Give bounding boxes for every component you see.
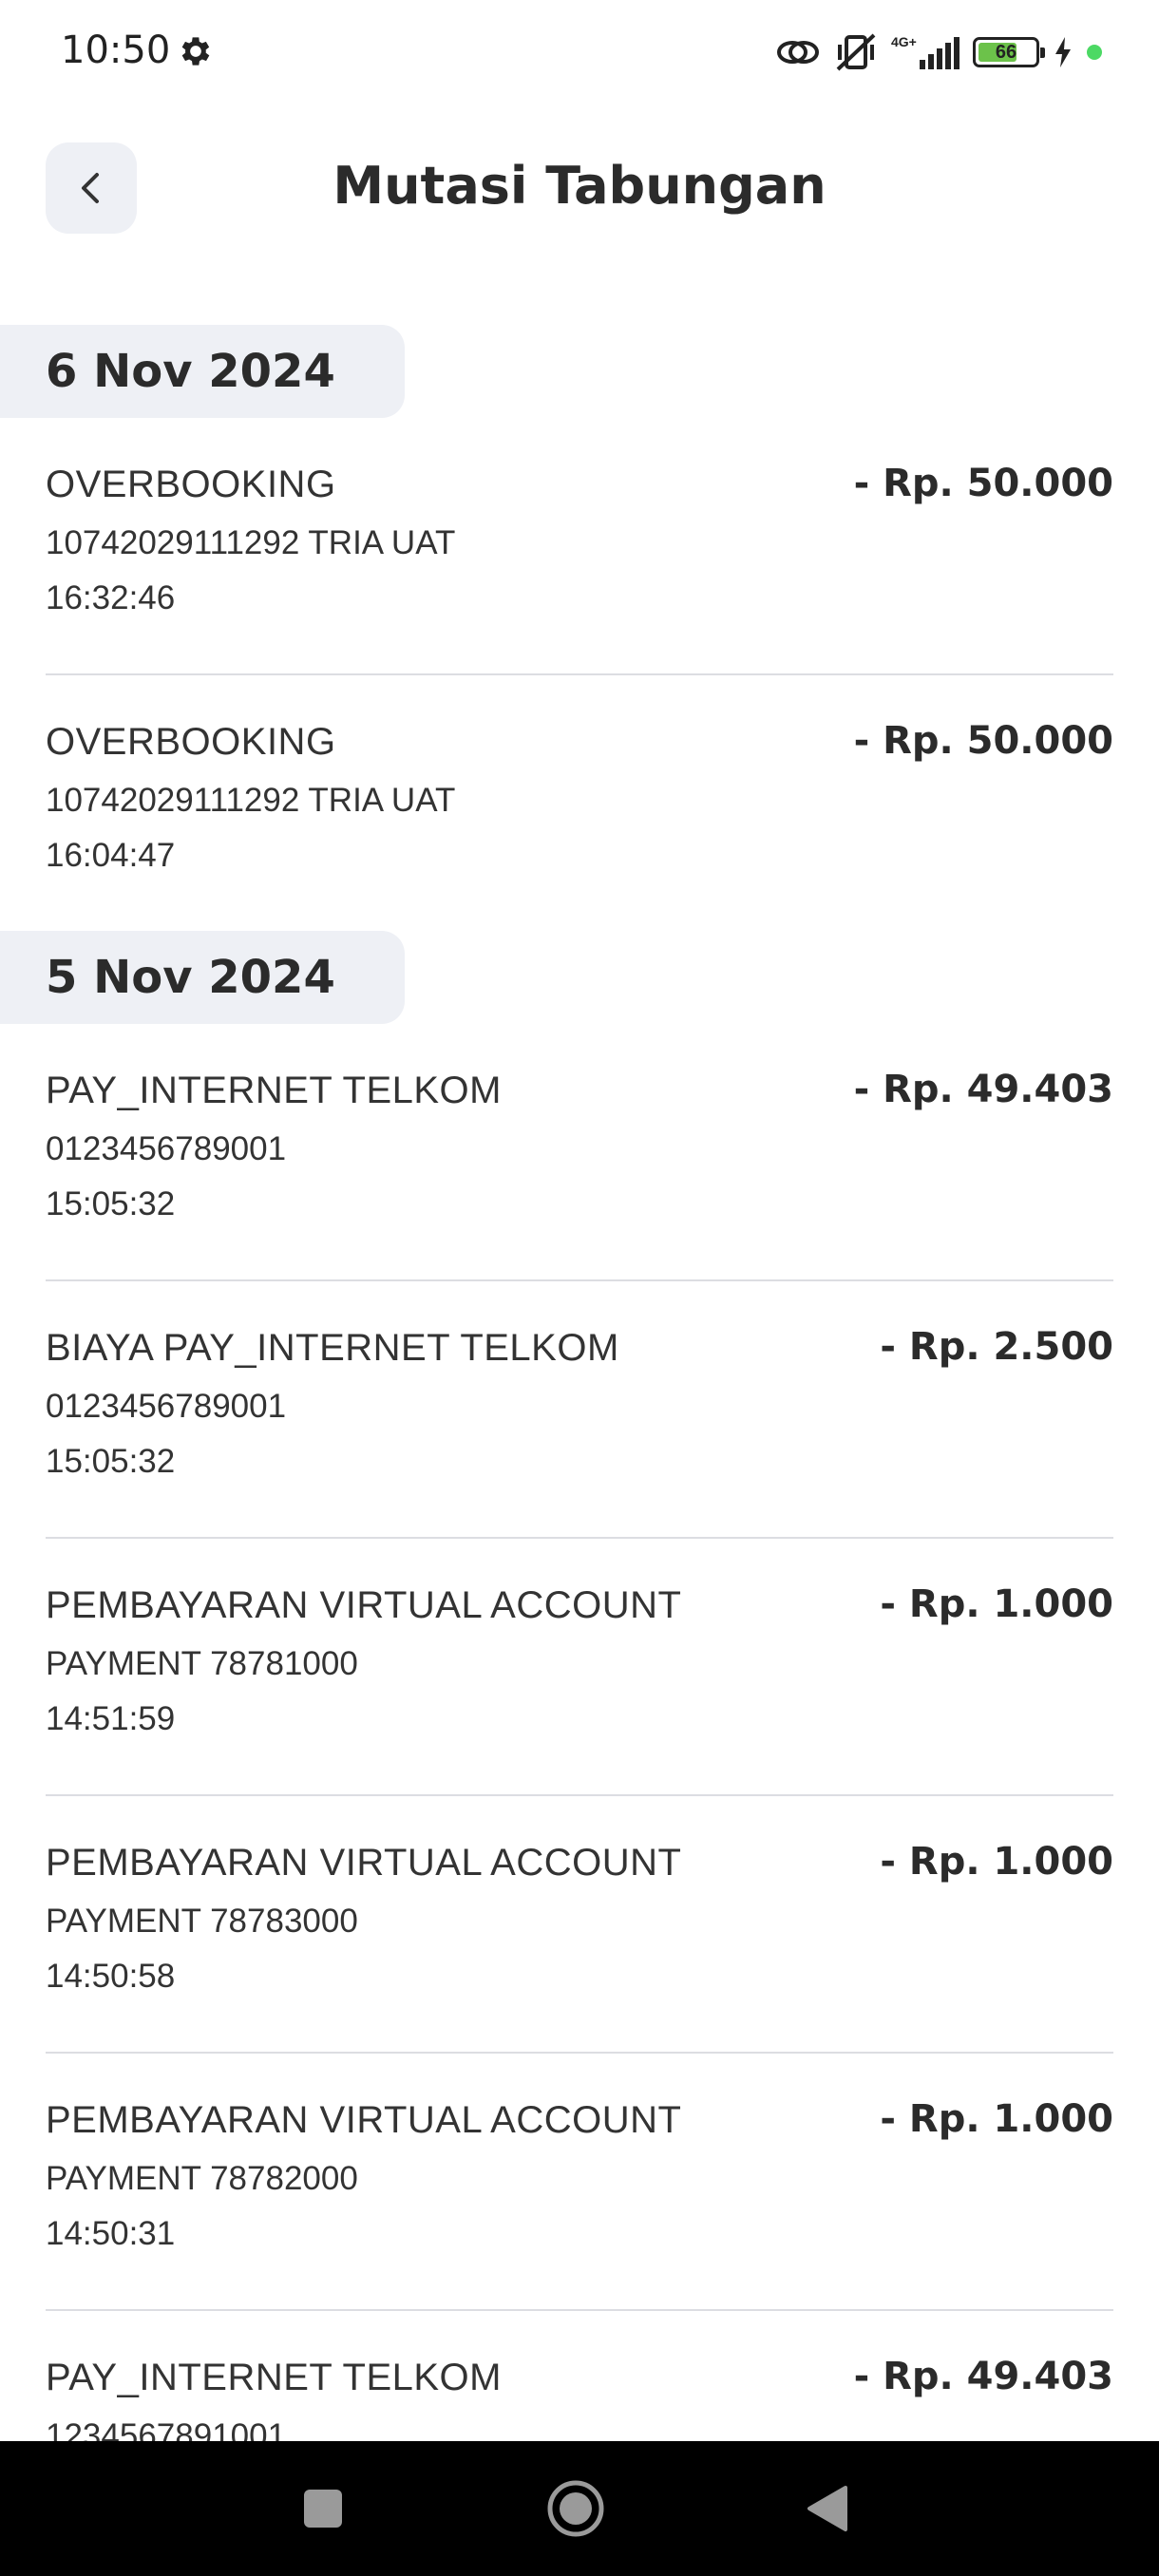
transaction-title: OVERBOOKING xyxy=(46,464,336,505)
date-header: 6 Nov 2024 xyxy=(0,325,405,418)
navigation-bar xyxy=(0,2441,1159,2576)
battery-icon: 66 xyxy=(973,37,1045,67)
transaction-list[interactable]: 6 Nov 2024 OVERBOOKING - Rp. 50.000 1074… xyxy=(0,325,1159,2441)
signal-icon: 4G+ xyxy=(891,34,960,69)
home-button[interactable] xyxy=(500,2441,652,2576)
transaction-item[interactable]: PEMBAYARAN VIRTUAL ACCOUNT - Rp. 1.000 P… xyxy=(46,1539,1113,1796)
transaction-time: 14:50:31 xyxy=(46,2215,176,2252)
transaction-time: 15:05:32 xyxy=(46,1443,176,1480)
transaction-title: OVERBOOKING xyxy=(46,721,336,763)
status-time: 10:50 xyxy=(61,28,171,72)
transaction-amount: - Rp. 1.000 xyxy=(880,1582,1113,1626)
transaction-item[interactable]: PAY_INTERNET TELKOM - Rp. 49.403 1234567… xyxy=(46,2311,1113,2441)
transaction-time: 16:32:46 xyxy=(46,579,176,616)
back-icon xyxy=(808,2486,847,2531)
home-icon xyxy=(547,2480,604,2537)
transaction-time: 14:50:58 xyxy=(46,1958,176,1995)
gear-icon xyxy=(181,37,210,66)
transaction-description: PAYMENT 78781000 xyxy=(46,1645,358,1682)
transaction-description: PAYMENT 78782000 xyxy=(46,2160,358,2197)
transaction-amount: - Rp. 2.500 xyxy=(880,1325,1113,1369)
transaction-item[interactable]: PEMBAYARAN VIRTUAL ACCOUNT - Rp. 1.000 P… xyxy=(46,1796,1113,2054)
transaction-item[interactable]: PAY_INTERNET TELKOM - Rp. 49.403 0123456… xyxy=(46,1024,1113,1281)
transaction-item[interactable]: PEMBAYARAN VIRTUAL ACCOUNT - Rp. 1.000 P… xyxy=(46,2054,1113,2311)
transaction-title: PAY_INTERNET TELKOM xyxy=(46,1070,502,1111)
vibrate-off-icon xyxy=(836,33,876,71)
svg-text:4G+: 4G+ xyxy=(891,34,917,49)
transaction-title: PEMBAYARAN VIRTUAL ACCOUNT xyxy=(46,1842,682,1884)
link-icon xyxy=(777,41,819,64)
page-title: Mutasi Tabungan xyxy=(332,156,826,216)
transaction-time: 15:05:32 xyxy=(46,1185,176,1222)
system-back-button[interactable] xyxy=(750,2441,902,2576)
transaction-amount: - Rp. 1.000 xyxy=(880,2097,1113,2141)
transaction-item[interactable]: BIAYA PAY_INTERNET TELKOM - Rp. 2.500 01… xyxy=(46,1281,1113,1539)
status-icons: 4G+ 66 xyxy=(775,28,1102,76)
transaction-amount: - Rp. 50.000 xyxy=(853,462,1113,505)
status-dot xyxy=(1087,45,1102,60)
transaction-amount: - Rp. 1.000 xyxy=(880,1840,1113,1884)
transaction-description: 0123456789001 xyxy=(46,1388,287,1425)
status-bar: 10:50 4G+ 66 xyxy=(0,0,1159,104)
transaction-description: 1234567891001 xyxy=(46,2417,287,2441)
transaction-title: PEMBAYARAN VIRTUAL ACCOUNT xyxy=(46,2099,682,2141)
battery-level: 66 xyxy=(995,42,1017,63)
transaction-description: PAYMENT 78783000 xyxy=(46,1903,358,1940)
transaction-title: PEMBAYARAN VIRTUAL ACCOUNT xyxy=(46,1584,682,1626)
transaction-amount: - Rp. 49.403 xyxy=(853,1068,1113,1111)
transaction-title: PAY_INTERNET TELKOM xyxy=(46,2357,502,2398)
transaction-description: 0123456789001 xyxy=(46,1130,287,1167)
recents-icon xyxy=(304,2490,342,2528)
transaction-amount: - Rp. 49.403 xyxy=(853,2355,1113,2398)
transaction-item[interactable]: OVERBOOKING - Rp. 50.000 10742029111292 … xyxy=(46,675,1113,931)
transaction-time: 14:51:59 xyxy=(46,1700,176,1737)
transaction-time: 16:04:47 xyxy=(46,837,176,874)
date-header: 5 Nov 2024 xyxy=(0,931,405,1024)
transaction-item[interactable]: OVERBOOKING - Rp. 50.000 10742029111292 … xyxy=(46,418,1113,675)
recents-button[interactable] xyxy=(247,2441,399,2576)
transaction-description: 10742029111292 TRIA UAT xyxy=(46,782,456,819)
transaction-title: BIAYA PAY_INTERNET TELKOM xyxy=(46,1327,619,1369)
transaction-amount: - Rp. 50.000 xyxy=(853,719,1113,763)
charging-icon xyxy=(1055,37,1071,67)
transaction-description: 10742029111292 TRIA UAT xyxy=(46,524,456,561)
